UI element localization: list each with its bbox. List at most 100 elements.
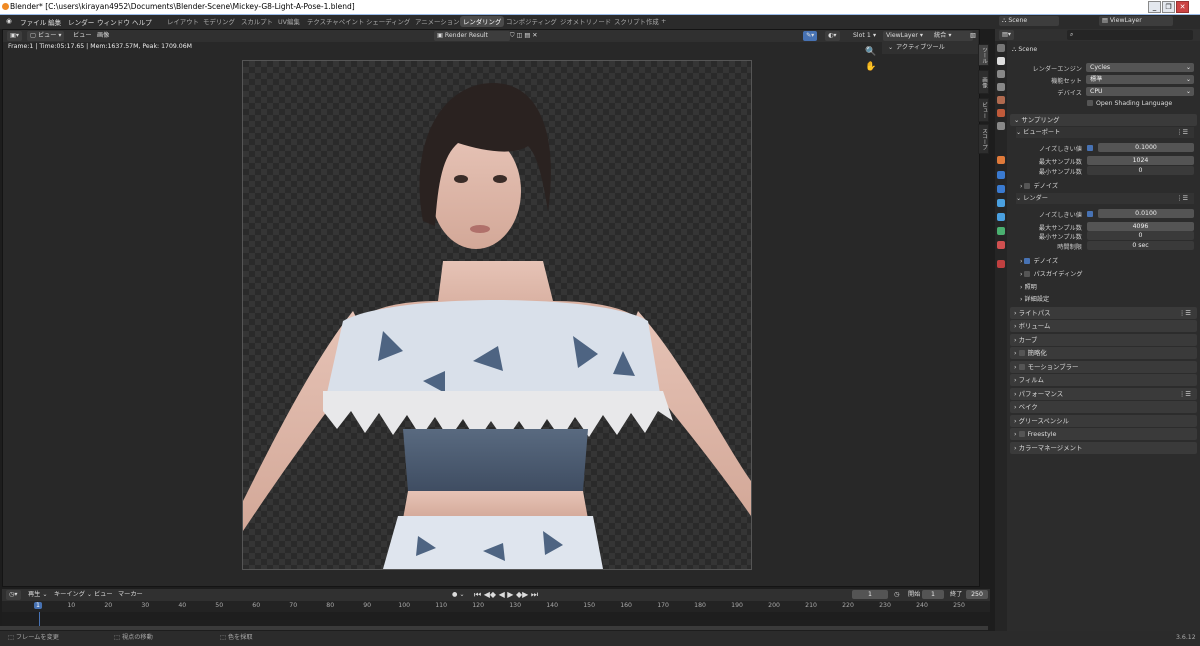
display-channels-icon[interactable]: ◐▾ (825, 31, 840, 41)
section-grease-pencil[interactable]: › グリースペンシル (1010, 415, 1197, 427)
timeline-ruler[interactable]: 1 10 20 30 40 50 60 70 80 90 100 110 120 130 140 150 160… (2, 601, 990, 612)
tool-tab-icon[interactable] (997, 44, 1005, 52)
section-freestyle[interactable]: › Freestyle (1010, 428, 1197, 440)
view-layer-tab-icon[interactable] (997, 83, 1005, 91)
r-denoise-checkbox[interactable] (1024, 258, 1031, 264)
feature-set-dropdown[interactable]: 標準 ⌄ (1086, 75, 1194, 84)
section-motion-blur[interactable]: › モーションブラー (1010, 361, 1197, 373)
tab-scripting[interactable]: スクリプト作成 (612, 17, 661, 26)
color-picker-icon[interactable]: ✎▾ (803, 31, 818, 41)
texture-tab-icon[interactable] (997, 260, 1005, 268)
minimize-button[interactable]: _ (1148, 1, 1161, 13)
presets-list-icon[interactable]: ⋮☰ (1179, 388, 1191, 400)
zoom-icon[interactable]: 🔍 (865, 47, 876, 57)
section-volumes[interactable]: › ボリューム (1010, 320, 1197, 332)
vp-denoise-checkbox[interactable] (1024, 183, 1031, 189)
slot-chevron-icon[interactable]: ▾ (873, 31, 876, 41)
start-frame-field[interactable]: 1 (922, 590, 944, 599)
tab-compositing[interactable]: コンポジティング (504, 17, 559, 26)
active-tool-panel-header[interactable]: ⌄ アクティブツール (882, 42, 978, 54)
material-tab-icon[interactable] (997, 241, 1005, 249)
section-film[interactable]: › フィルム (1010, 374, 1197, 386)
r-noise-field[interactable]: 0.0100 (1098, 209, 1194, 218)
presets-list-icon[interactable]: ⋮☰ (1179, 307, 1191, 319)
view-mode-dropdown[interactable]: ▢ ビュー ▾ (27, 31, 65, 41)
subsection-render[interactable]: ⌄ レンダー ⋮☰ (1016, 193, 1194, 204)
section-color-management[interactable]: › カラーマネージメント (1010, 442, 1197, 454)
close-button[interactable]: ✕ (1176, 1, 1189, 13)
end-frame-field[interactable]: 250 (966, 590, 988, 599)
editor-type-icon[interactable]: ▣▾ (7, 31, 22, 41)
keyframe-dot-icon[interactable]: ● ⌄ (452, 590, 465, 600)
device-dropdown[interactable]: CPU ⌄ (1086, 87, 1194, 96)
section-sampling[interactable]: ⌄ サンプリング (1010, 114, 1197, 126)
maximize-button[interactable]: ❐ (1162, 1, 1175, 13)
vp-denoise-toggle[interactable]: › デノイズ (1020, 181, 1058, 192)
tab-layout[interactable]: レイアウト (165, 17, 201, 26)
section-bake[interactable]: › ベイク (1010, 401, 1197, 413)
menu-edit[interactable]: 編集 (48, 17, 61, 27)
menu-file[interactable]: ファイル (20, 17, 46, 27)
path-guiding-checkbox[interactable] (1024, 271, 1031, 277)
menu-render[interactable]: レンダー (68, 17, 94, 27)
tab-animation[interactable]: アニメーション (413, 17, 461, 26)
presets-list-icon[interactable]: ⋮☰ (1176, 193, 1188, 204)
osl-checkbox[interactable]: Open Shading Language (1087, 100, 1172, 107)
world-tab-icon[interactable] (997, 109, 1005, 117)
lights-subsection[interactable]: › 照明 (1020, 282, 1037, 293)
blender-menu-icon[interactable]: ◉ (6, 17, 12, 25)
collection-tab-icon[interactable] (997, 122, 1005, 130)
menu-marker[interactable]: マーカー (118, 590, 143, 600)
menu-image[interactable]: 画像 (97, 31, 109, 41)
render-tab-icon[interactable] (997, 57, 1005, 65)
tab-modeling[interactable]: モデリング (201, 17, 237, 26)
vp-noise-checkbox[interactable] (1087, 145, 1093, 151)
presets-list-icon[interactable]: ⋮☰ (1176, 127, 1188, 138)
tab-rendering[interactable]: レンダリング (460, 16, 505, 27)
subsection-viewport[interactable]: ⌄ ビューポート ⋮☰ (1016, 127, 1194, 138)
properties-editor-type-icon[interactable]: ▤▾ (999, 30, 1014, 40)
image-actions-icon[interactable]: ⛉ ◫ ▤ ✕ (510, 31, 537, 41)
menu-timeline-view[interactable]: ビュー (94, 590, 113, 600)
viewlayer-selector[interactable]: ▤ ViewLayer (1099, 16, 1173, 26)
viewlayer-dropdown[interactable]: ViewLayer ▾ (883, 31, 933, 41)
section-curves[interactable]: › カーブ (1010, 334, 1197, 346)
image-selector[interactable]: ▣ Render Result (434, 31, 510, 41)
vp-min-samples-field[interactable]: 0 (1087, 166, 1194, 175)
tab-image[interactable]: 画像 (978, 70, 989, 94)
current-frame-field[interactable]: 1 (852, 590, 888, 599)
slot-selector[interactable]: Slot 1 (853, 31, 871, 41)
properties-search[interactable]: ⌕ (1067, 30, 1193, 40)
timeline-editor-type-icon[interactable]: ◷▾ (6, 590, 21, 600)
tab-uv[interactable]: UV編集 (276, 17, 302, 26)
tab-geometry-nodes[interactable]: ジオメトリノード (558, 17, 613, 26)
section-performance[interactable]: › パフォーマンス ⋮☰ (1010, 388, 1197, 400)
physics-tab-icon[interactable] (997, 199, 1005, 207)
vp-noise-field[interactable]: 0.1000 (1098, 143, 1194, 152)
section-light-paths[interactable]: › ライトパス ⋮☰ (1010, 307, 1197, 319)
render-pass-dropdown[interactable]: 統合 ▾ (931, 31, 973, 41)
r-denoise-toggle[interactable]: › デノイズ (1020, 256, 1058, 267)
pan-hand-icon[interactable]: ✋ (865, 62, 876, 72)
data-tab-icon[interactable] (997, 227, 1005, 235)
particles-tab-icon[interactable] (997, 185, 1005, 193)
tab-sculpt[interactable]: スカルプト (239, 17, 275, 26)
playback-controls[interactable]: ⏮ ◀◆ ◀ ▶ ◆▶ ⏭ (474, 590, 538, 600)
tab-shading[interactable]: シェーディング (364, 17, 412, 26)
render-engine-dropdown[interactable]: Cycles ⌄ (1086, 63, 1194, 72)
menu-help[interactable]: ヘルプ (132, 17, 152, 27)
scene-selector[interactable]: ⛬ Scene (999, 16, 1059, 26)
object-tab-icon[interactable] (997, 156, 1005, 164)
r-max-samples-field[interactable]: 4096 (1087, 222, 1194, 231)
simplify-checkbox[interactable] (1018, 350, 1025, 356)
r-min-samples-field[interactable]: 0 (1087, 231, 1194, 240)
timeline-scrollbar[interactable] (0, 626, 988, 630)
output-tab-icon[interactable] (997, 70, 1005, 78)
menu-view[interactable]: ビュー (73, 31, 92, 41)
section-simplify[interactable]: › 簡略化 (1010, 347, 1197, 359)
time-limit-field[interactable]: 0 sec (1087, 241, 1194, 250)
menu-playback[interactable]: 再生 ⌄ (28, 590, 48, 600)
motion-blur-checkbox[interactable] (1018, 364, 1025, 370)
r-noise-checkbox[interactable] (1087, 211, 1093, 217)
freestyle-checkbox[interactable] (1018, 431, 1025, 437)
